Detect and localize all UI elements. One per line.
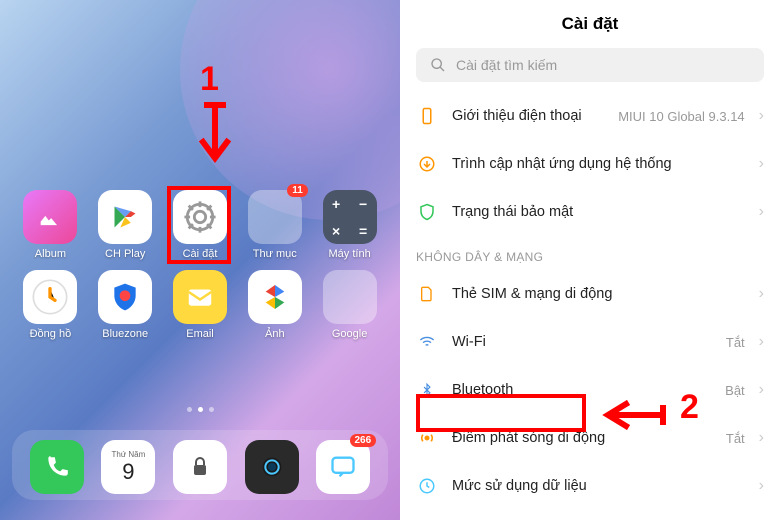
app-label: Bluezone — [102, 328, 148, 340]
calculator-icon: +−×= — [323, 190, 377, 244]
update-icon — [416, 153, 438, 175]
folder-icon — [323, 270, 377, 324]
badge: 11 — [287, 184, 308, 197]
row-value: Bật — [725, 383, 745, 398]
home-screen: Album CH Play Cài đặt 11Thư mục +−×=Máy … — [0, 0, 400, 520]
chevron-right-icon: › — [759, 477, 764, 495]
dock-messages[interactable]: 266 — [312, 440, 374, 494]
app-album[interactable]: Album — [18, 190, 83, 260]
data-usage-icon — [416, 475, 438, 497]
app-chplay[interactable]: CH Play — [93, 190, 158, 260]
annotation-arrow-down — [195, 100, 235, 180]
row-label: Wi-Fi — [452, 334, 712, 350]
dock-calendar[interactable]: Thứ Năm9 — [98, 440, 160, 494]
section-header: KHÔNG DÂY & MẠNG — [400, 236, 780, 270]
camera-icon — [245, 440, 299, 494]
chevron-right-icon: › — [759, 285, 764, 303]
calendar-icon: Thứ Năm9 — [101, 440, 155, 494]
chevron-right-icon: › — [759, 381, 764, 399]
play-store-icon — [98, 190, 152, 244]
page-title: Cài đặt — [400, 0, 780, 48]
search-placeholder: Cài đặt tìm kiếm — [456, 57, 557, 73]
row-value: MIUI 10 Global 9.3.14 — [618, 109, 744, 124]
app-label: Album — [35, 248, 66, 260]
row-value: Tắt — [726, 431, 745, 446]
dock-phone[interactable] — [26, 440, 88, 494]
row-system-update[interactable]: Trình cập nhật ứng dụng hệ thống › — [400, 140, 780, 188]
photos-icon — [248, 270, 302, 324]
annotation-arrow-left — [598, 400, 668, 430]
annotation-highlight-bluetooth — [416, 394, 586, 432]
phone-info-icon — [416, 105, 438, 127]
row-data-usage[interactable]: Mức sử dụng dữ liệu › — [400, 462, 780, 510]
app-label: Ảnh — [265, 328, 285, 340]
row-label: Trạng thái bảo mật — [452, 204, 745, 220]
phone-icon — [30, 440, 84, 494]
app-label: Email — [186, 328, 214, 340]
row-sim[interactable]: Thẻ SIM & mạng di động › — [400, 270, 780, 318]
row-label: Mức sử dụng dữ liệu — [452, 478, 745, 494]
page-indicator — [0, 407, 400, 412]
dock-security[interactable] — [169, 440, 231, 494]
app-label: Đồng hồ — [30, 328, 72, 340]
chevron-right-icon: › — [759, 155, 764, 173]
row-label: Điểm phát sóng di động — [452, 430, 712, 446]
settings-screen: Cài đặt Cài đặt tìm kiếm Giới thiệu điện… — [400, 0, 780, 520]
app-label: Google — [332, 328, 367, 340]
annotation-step-1: 1 — [200, 60, 219, 99]
search-icon — [430, 57, 446, 73]
chevron-right-icon: › — [759, 429, 764, 447]
folder-icon: 11 — [248, 190, 302, 244]
app-bluezone[interactable]: Bluezone — [93, 270, 158, 340]
chat-icon: 266 — [316, 440, 370, 494]
app-google-folder[interactable]: Google — [317, 270, 382, 340]
row-label: Thẻ SIM & mạng di động — [452, 286, 745, 302]
app-label: Thư mục — [253, 248, 297, 260]
dock-camera[interactable] — [241, 440, 303, 494]
shield-icon — [98, 270, 152, 324]
app-calculator[interactable]: +−×= Máy tính — [317, 190, 382, 260]
row-about-phone[interactable]: Giới thiệu điện thoại MIUI 10 Global 9.3… — [400, 92, 780, 140]
gallery-icon — [23, 190, 77, 244]
row-security-status[interactable]: Trạng thái bảo mật › — [400, 188, 780, 236]
search-input[interactable]: Cài đặt tìm kiếm — [416, 48, 764, 82]
row-wifi[interactable]: Wi-Fi Tắt › — [400, 318, 780, 366]
wifi-icon — [416, 331, 438, 353]
annotation-highlight-settings — [167, 186, 231, 264]
lock-icon — [173, 440, 227, 494]
clock-icon — [23, 270, 77, 324]
dock: Thứ Năm9 266 — [12, 430, 388, 500]
security-icon — [416, 201, 438, 223]
chevron-right-icon: › — [759, 203, 764, 221]
app-photos[interactable]: Ảnh — [242, 270, 307, 340]
row-label: Trình cập nhật ứng dụng hệ thống — [452, 156, 745, 172]
app-label: Máy tính — [329, 248, 371, 260]
app-email[interactable]: Email — [168, 270, 233, 340]
app-folder[interactable]: 11 Thư mục — [242, 190, 307, 260]
row-value: Tắt — [726, 335, 745, 350]
app-clock[interactable]: Đồng hồ — [18, 270, 83, 340]
envelope-icon — [173, 270, 227, 324]
badge: 266 — [350, 434, 377, 447]
app-label: CH Play — [105, 248, 145, 260]
chevron-right-icon: › — [759, 107, 764, 125]
sim-icon — [416, 283, 438, 305]
annotation-step-2: 2 — [680, 388, 699, 427]
row-label: Giới thiệu điện thoại — [452, 108, 604, 124]
chevron-right-icon: › — [759, 333, 764, 351]
